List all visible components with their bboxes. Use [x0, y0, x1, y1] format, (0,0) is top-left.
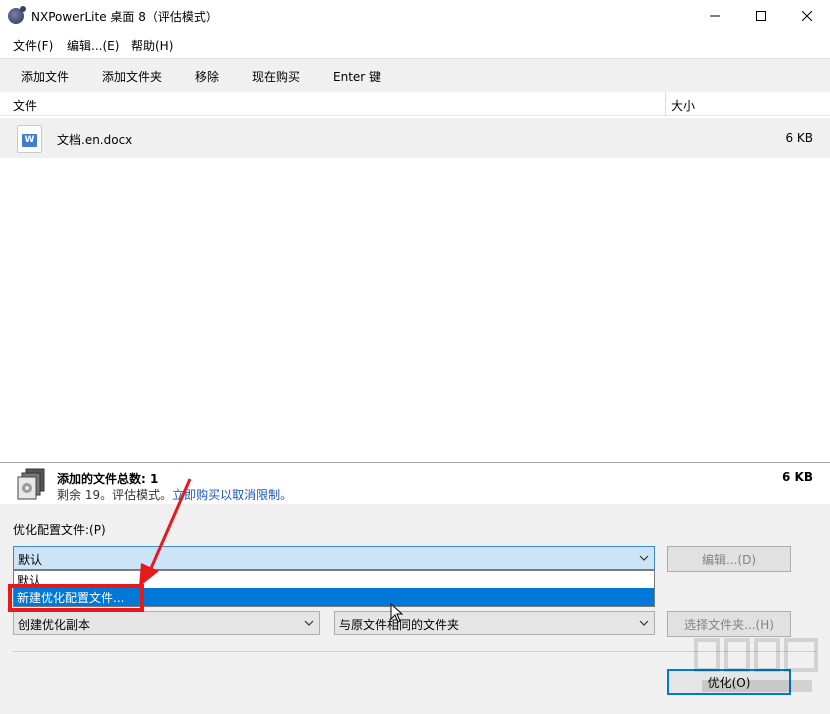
table-row[interactable]: W 文档.en.docx 6 KB [0, 118, 830, 158]
toolbar: 添加文件 添加文件夹 移除 现在购买 Enter 键 [0, 58, 830, 92]
column-header-size[interactable]: 大小 [671, 97, 695, 114]
app-logo-icon [8, 6, 26, 24]
close-button[interactable] [784, 0, 830, 32]
chevron-down-icon [304, 620, 314, 626]
word-document-icon: W [17, 125, 42, 153]
minimize-icon [710, 15, 720, 17]
buy-now-button[interactable]: 现在购买 [252, 68, 300, 85]
window-title: NXPowerLite 桌面 8（评估模式） [31, 10, 218, 24]
file-list-empty-area[interactable] [0, 158, 830, 462]
total-size: 6 KB [782, 470, 813, 484]
annotation-highlight-box [8, 584, 144, 612]
copy-mode-value: 创建优化副本 [18, 618, 91, 632]
chevron-down-icon [639, 555, 649, 561]
edit-profile-button[interactable]: 编辑...(D) [667, 546, 791, 572]
add-file-button[interactable]: 添加文件 [21, 68, 69, 85]
maximize-button[interactable] [738, 0, 784, 32]
remove-button[interactable]: 移除 [195, 68, 219, 85]
menu-bar: 文件(F) 编辑...(E) 帮助(H) [0, 32, 830, 56]
profile-select-value: 默认 [18, 553, 43, 567]
column-divider[interactable] [665, 92, 666, 116]
maximize-icon [756, 11, 766, 21]
word-logo-icon: W [22, 134, 37, 147]
menu-file[interactable]: 文件(F) [13, 37, 53, 54]
mouse-cursor-icon [390, 603, 404, 623]
close-icon [802, 11, 812, 21]
profile-label: 优化配置文件:(P) [13, 523, 106, 537]
title-bar: NXPowerLite 桌面 8（评估模式） [0, 0, 830, 32]
watermark-logo-icon [694, 638, 818, 692]
minimize-button[interactable] [692, 0, 738, 32]
summary-bar: 添加的文件总数: 1 剩余 19。评估模式。立即购买以取消限制。 6 KB [0, 462, 830, 504]
file-name: 文档.en.docx [57, 133, 133, 147]
file-list-header: 文件 大小 [0, 92, 830, 116]
location-select[interactable]: 与原文件相同的文件夹 [334, 611, 655, 635]
column-header-file[interactable]: 文件 [13, 97, 37, 114]
enter-key-button[interactable]: Enter 键 [333, 68, 381, 85]
file-size: 6 KB [785, 131, 813, 145]
menu-edit[interactable]: 编辑...(E) [67, 37, 119, 54]
add-folder-button[interactable]: 添加文件夹 [102, 68, 162, 85]
menu-help[interactable]: 帮助(H) [131, 37, 173, 54]
documents-stack-icon [17, 468, 45, 500]
copy-mode-select[interactable]: 创建优化副本 [13, 611, 320, 635]
annotation-arrow-icon [139, 478, 192, 587]
chevron-down-icon [639, 620, 649, 626]
profile-select[interactable]: 默认 [13, 546, 655, 570]
